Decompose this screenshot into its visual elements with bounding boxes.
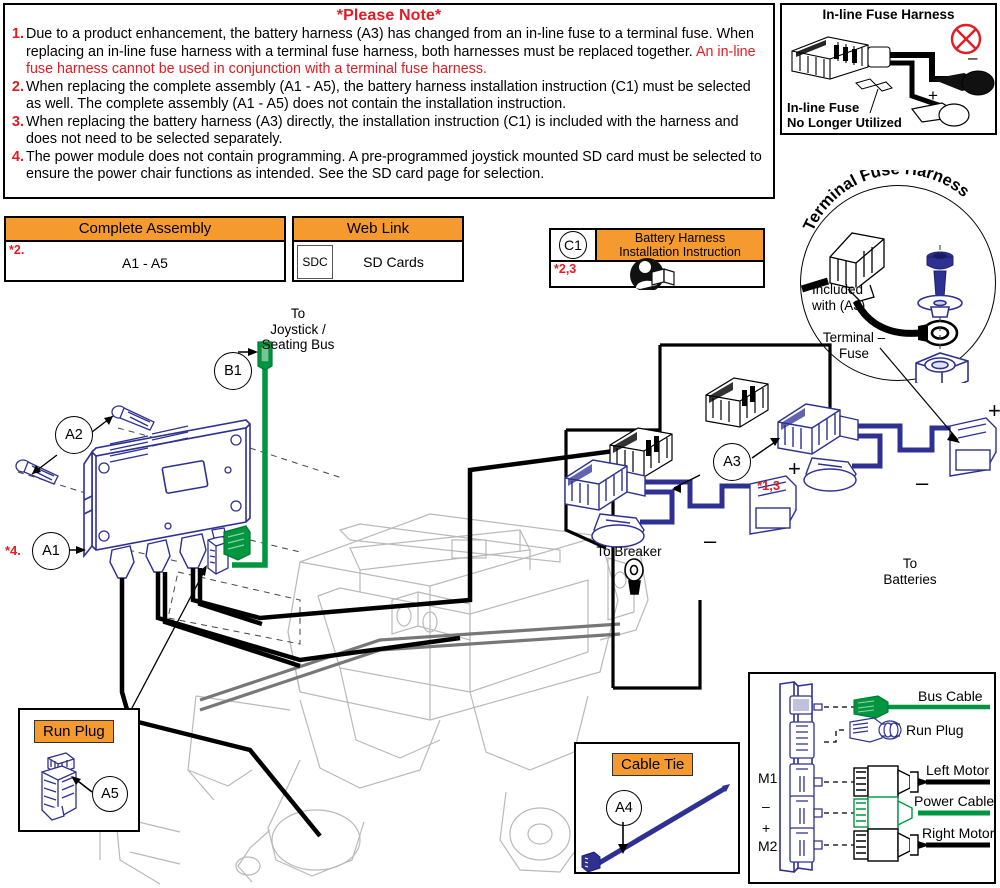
legend-side-label-m1: M1 — [758, 770, 778, 786]
note-item: 2. When replacing the complete assembly … — [5, 79, 773, 114]
instruction-title-line2: Installation Instruction — [619, 245, 741, 259]
note-item-text: The power module does not contain progra… — [24, 149, 769, 184]
to-batteries-line2: Batteries — [883, 571, 937, 587]
legend-label-run-plug: Run Plug — [906, 722, 964, 738]
note-item: 3. When replacing the battery harness (A… — [5, 114, 773, 149]
note-item-number: 1. — [11, 26, 24, 42]
complete-assembly-header: Complete Assembly — [6, 218, 284, 242]
web-link-header: Web Link — [294, 218, 462, 242]
callout-a4[interactable]: A4 — [606, 790, 642, 826]
battery-harness-wire-lower — [640, 479, 760, 525]
plus-sign: + — [788, 456, 801, 481]
complete-assembly-table: Complete Assembly *2. A1 - A5 — [4, 216, 286, 282]
run-plug-panel: Run Plug A5 — [18, 708, 140, 832]
cable-tie-illustration — [581, 784, 730, 872]
battery-terminal-minus — [803, 457, 857, 492]
instruction-ref-bubble: C1 — [559, 231, 587, 259]
legend-side-label-m2: M2 — [758, 838, 778, 854]
read-instructions-icon — [630, 258, 675, 290]
legend-side-label-plus: + — [762, 820, 771, 836]
note-item: 4. The power module does not contain pro… — [5, 149, 773, 184]
legend-illustration — [779, 681, 990, 873]
legend-label-bus-cable: Bus Cable — [918, 688, 983, 704]
to-joystick-label: To Joystick / Seating Bus — [253, 306, 343, 353]
inline-fuse-harness-title: In-line Fuse Harness — [822, 7, 955, 22]
inline-fuse-caption: In-line Fuse No Longer Utilized — [787, 100, 902, 130]
callout-a1[interactable]: A1 — [32, 532, 70, 570]
callout-b1[interactable]: B1 — [214, 352, 252, 390]
legend-run-plug — [849, 717, 902, 743]
instruction-title-line1: Battery Harness — [634, 231, 726, 245]
plus-sign: + — [928, 86, 938, 105]
note-text-black: When replacing the complete assembly (A1… — [26, 78, 751, 113]
run-plug-title: Run Plug — [34, 720, 114, 743]
instruction-title: Battery Harness Installation Instruction — [597, 230, 763, 260]
anderson-connector-black — [705, 377, 769, 428]
minus-sign: – — [704, 528, 717, 553]
callout-a2[interactable]: A2 — [55, 416, 93, 454]
legend-label-left-motor: Left Motor — [926, 762, 990, 778]
cable-tie-panel: Cable Tie A4 — [574, 742, 740, 874]
note-item-number: 3. — [11, 113, 24, 130]
web-link-table: Web Link SDC SD Cards — [292, 216, 464, 282]
connector-legend-panel: M1 – + M2 Bus Cable Run Plug Left Motor … — [748, 672, 996, 884]
complete-assembly-value: A1 - A5 — [122, 255, 168, 271]
to-joystick-line3: Seating Bus — [261, 337, 335, 352]
sdc-code-badge: SDC — [297, 245, 333, 279]
a5-arrow — [71, 776, 93, 793]
to-joystick-line2: Joystick / — [270, 321, 326, 337]
web-link-value[interactable]: SD Cards — [337, 254, 462, 270]
callout-a1-footnote: *4. — [5, 543, 21, 558]
no-symbol-icon — [950, 23, 982, 55]
note-item-number: 4. — [11, 148, 24, 165]
included-line-1: Included — [812, 282, 864, 297]
complete-assembly-row[interactable]: *2. A1 - A5 — [6, 242, 284, 282]
legend-side-label-minus: – — [762, 798, 770, 814]
battery-harness-connector-upper — [777, 403, 859, 455]
inline-fuse-caption-line1: In-line Fuse — [787, 100, 860, 115]
note-item: 1. Due to a product enhancement, the bat… — [5, 26, 773, 79]
callout-a3-footnote: *1,3 — [757, 478, 781, 493]
legend-label-right-motor: Right Motor — [922, 825, 995, 841]
web-link-row[interactable]: SDC SD Cards — [294, 242, 462, 282]
to-batteries-line1: To — [902, 556, 918, 571]
battery-terminal-minus — [591, 513, 645, 548]
callout-a5[interactable]: A5 — [92, 776, 128, 812]
note-item-number: 2. — [11, 78, 24, 95]
callout-a3[interactable]: A3 — [713, 443, 751, 481]
plus-sign: + — [988, 398, 1000, 423]
chair-chassis-illustration — [99, 513, 649, 885]
legend-label-power-cable: Power Cable — [914, 793, 995, 809]
please-note-panel: *Please Note* 1. Due to a product enhanc… — [3, 3, 775, 199]
note-panel-title: *Please Note* — [336, 7, 442, 24]
minus-sign: – — [916, 470, 929, 495]
instruction-ref-cell: C1 — [551, 230, 597, 260]
battery-terminal-plus — [949, 417, 997, 477]
inline-fuse-caption-line2: No Longer Utilized — [787, 115, 902, 130]
inline-fuse-harness-panel: In-line Fuse Harness + – In-line Fuse No… — [780, 3, 997, 135]
to-batteries-label: To Batteries — [874, 556, 946, 587]
note-item-text: When replacing the complete assembly (A1… — [24, 79, 769, 114]
a4-arrow — [618, 822, 628, 854]
note-item-text: When replacing the battery harness (A3) … — [24, 114, 769, 149]
to-breaker-label: To Breaker — [596, 544, 662, 559]
note-item-text: Due to a product enhancement, the batter… — [24, 26, 769, 79]
instruction-footnote: *2,3 — [554, 262, 577, 276]
note-text-black: When replacing the battery harness (A3) … — [26, 113, 739, 148]
to-joystick-line1: To — [290, 306, 306, 321]
battery-harness-wire-upper — [852, 423, 960, 469]
note-text-black: Due to a product enhancement, the batter… — [26, 26, 754, 60]
note-text-black: The power module does not contain progra… — [26, 148, 762, 183]
